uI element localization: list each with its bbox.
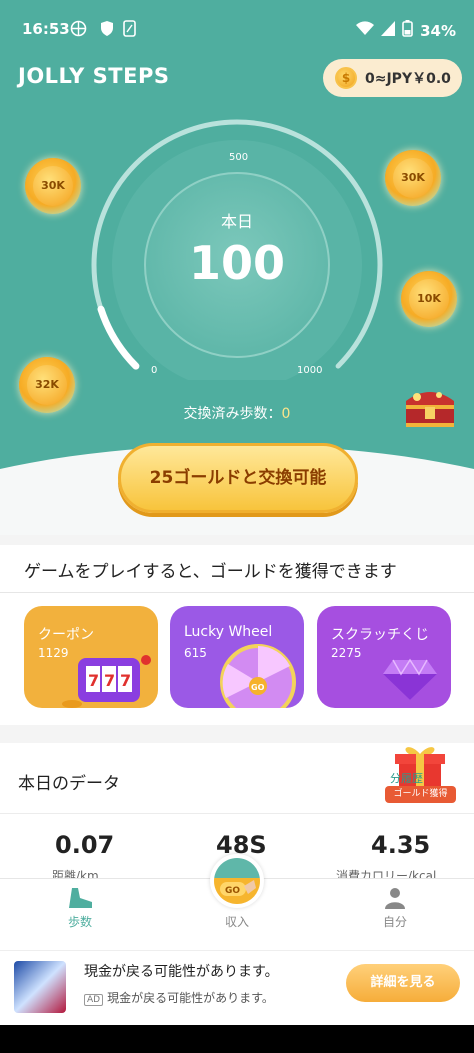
ad-banner[interactable]: 現金が戻る可能性があります。 AD 現金が戻る可能性があります。 詳細を見る [0, 950, 474, 1025]
ad-subtitle: 現金が戻る可能性があります。 [107, 991, 274, 1005]
svg-text:GO: GO [225, 886, 240, 896]
game-card-lucky-wheel[interactable]: Lucky Wheel 615 GO [170, 606, 304, 708]
game-card-coupon[interactable]: クーポン 1129 7 7 7 [24, 606, 158, 708]
tab-steps[interactable]: 歩数 [20, 883, 140, 930]
coin-bubble-label: 30K [33, 166, 73, 206]
shoe-icon [20, 883, 140, 913]
coin-bubble-label: 32K [27, 365, 67, 405]
svg-text:7: 7 [120, 671, 131, 690]
games-header: ゲームをプレイすると、ゴールドを獲得できます [0, 545, 474, 593]
svg-text:7: 7 [104, 671, 115, 690]
sim-icon [121, 20, 138, 37]
ad-badge: AD [84, 994, 104, 1006]
ad-title: 現金が戻る可能性があります。 [84, 964, 279, 980]
person-icon [335, 883, 455, 913]
lucky-wheel-icon: GO [220, 644, 296, 708]
stat-distance-value: 0.07 [55, 831, 115, 859]
today-steps: 100 [188, 236, 286, 290]
wallet-balance[interactable]: $ 0≈JPY￥0.0 [323, 59, 462, 97]
coin-icon: $ [335, 67, 357, 89]
exchanged-label: 交換済み歩数： [183, 406, 282, 422]
ad-subtitle-row: AD 現金が戻る可能性があります。 [84, 989, 274, 1006]
gift-history-text[interactable]: 分履歴 [390, 770, 423, 786]
status-time: 16:53 [22, 20, 70, 38]
coin-icon: GO [214, 858, 260, 904]
tab-label: 自分 [382, 915, 407, 929]
treasure-chest-icon[interactable] [401, 383, 459, 431]
stat-calories-value: 4.35 [371, 831, 431, 859]
globe-icon [70, 20, 87, 37]
today-label: 本日 [220, 212, 253, 231]
tab-label: 歩数 [67, 915, 92, 929]
game-card-title: スクラッチくじ [331, 627, 429, 643]
games-row: クーポン 1129 7 7 7 Lucky Wheel 615 GO スクラッチ… [0, 593, 474, 725]
tab-profile[interactable]: 自分 [335, 883, 455, 930]
gauge-max-label: 1000 [297, 365, 323, 376]
income-coin-button[interactable]: GO [210, 854, 264, 908]
wifi-icon [356, 21, 375, 40]
game-card-count: 615 [184, 646, 207, 660]
svg-text:7: 7 [88, 671, 99, 690]
status-bar: 16:53 34% [0, 0, 474, 58]
game-card-title: クーポン [38, 627, 94, 643]
battery-percent: 34% [420, 21, 456, 40]
exchange-gold-button[interactable]: 25ゴールドと交換可能 [118, 443, 358, 513]
game-card-scratch[interactable]: スクラッチくじ 2275 [317, 606, 451, 708]
app-title: JOLLY STEPS [18, 64, 170, 88]
divider [0, 813, 474, 814]
game-card-count: 2275 [331, 646, 362, 660]
diamond-icon [383, 658, 437, 700]
ad-details-button[interactable]: 詳細を見る [346, 964, 460, 1002]
gift-tag[interactable]: ゴールド獲得 [385, 786, 456, 803]
wallet-text: 0≈JPY￥0.0 [365, 71, 451, 87]
status-right: 34% [356, 20, 456, 41]
signal-icon [381, 21, 396, 40]
game-card-title: Lucky Wheel [184, 624, 273, 640]
exchanged-value: 0 [281, 406, 291, 422]
gauge-mid-label: 500 [229, 152, 249, 163]
svg-text:GO: GO [251, 683, 265, 692]
today-data-title: 本日のデータ [18, 774, 120, 794]
gauge-min-label: 0 [151, 365, 158, 376]
tab-label: 収入 [224, 915, 249, 929]
ad-thumbnail [14, 961, 66, 1013]
system-nav-bar [0, 1025, 474, 1053]
battery-icon [402, 20, 413, 41]
shield-icon [98, 20, 115, 37]
games-heading: ゲームをプレイすると、ゴールドを獲得できます [24, 562, 397, 582]
slot-machine-icon: 7 7 7 [62, 655, 151, 708]
